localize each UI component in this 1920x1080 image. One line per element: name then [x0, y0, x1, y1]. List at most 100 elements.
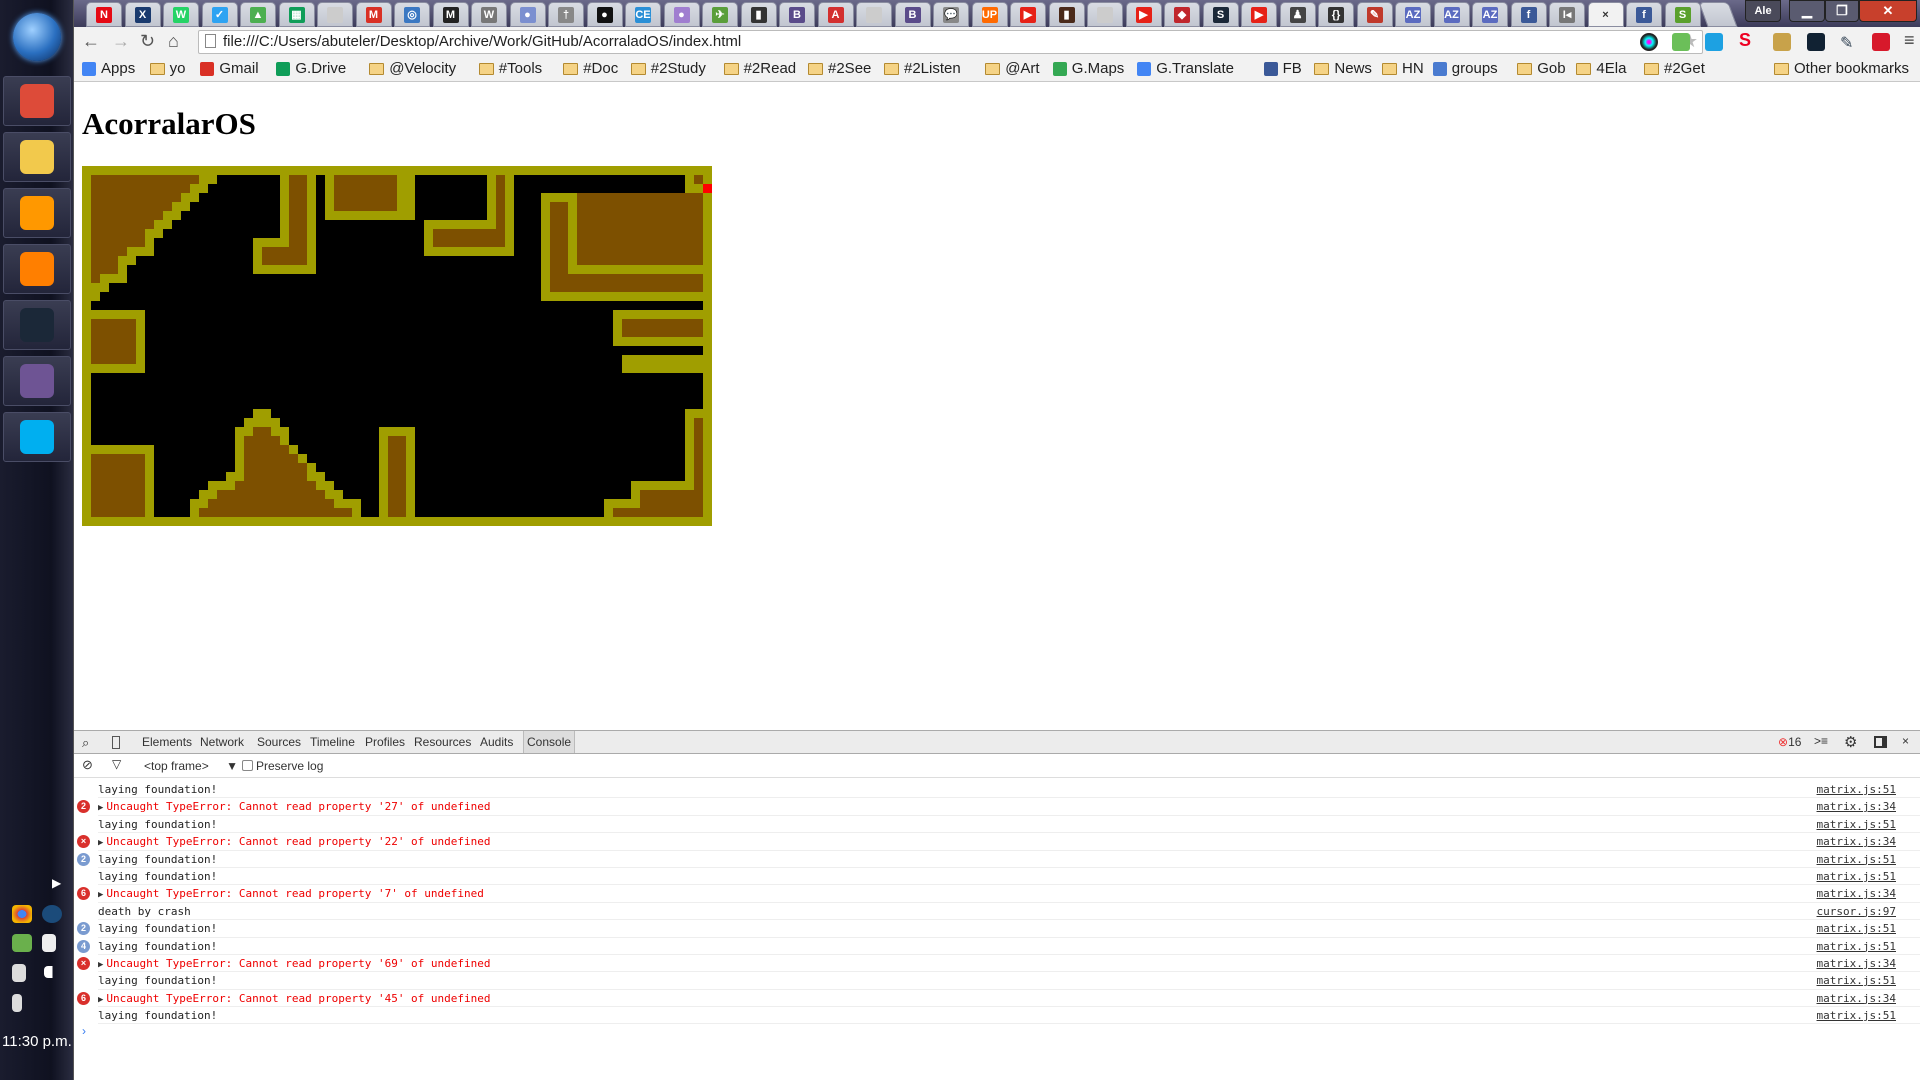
source-link[interactable]: matrix.js:34	[1817, 833, 1896, 850]
devtools-tab-profiles[interactable]: Profiles	[365, 735, 405, 749]
reload-button[interactable]: ↻	[140, 31, 155, 52]
start-button[interactable]	[13, 13, 61, 61]
device-mode-icon[interactable]	[112, 736, 120, 749]
profile-button[interactable]: Ale	[1745, 0, 1781, 22]
tab[interactable]: N	[86, 2, 122, 27]
devtools-tab-audits[interactable]: Audits	[480, 735, 513, 749]
source-link[interactable]: matrix.js:51	[1817, 816, 1896, 833]
tab[interactable]: ●	[509, 2, 546, 27]
tab[interactable]: ▮	[740, 2, 777, 27]
bookmark-news[interactable]: News	[1314, 60, 1372, 77]
expand-triangle-icon[interactable]: ▶	[98, 960, 103, 970]
settings-gear-icon[interactable]: ⚙	[1844, 733, 1857, 751]
tab[interactable]: ▦	[278, 2, 315, 27]
tab[interactable]: f	[1626, 2, 1662, 27]
tab[interactable]: †	[548, 2, 584, 27]
tab[interactable]: B	[779, 2, 815, 27]
tab-active[interactable]: ×	[1587, 2, 1624, 27]
error-counter[interactable]: ⊗16	[1778, 735, 1801, 749]
bookmark-2study[interactable]: #2Study	[630, 60, 706, 77]
source-link[interactable]: matrix.js:34	[1817, 990, 1896, 1007]
frame-select[interactable]: <top frame> ▼	[144, 759, 238, 773]
steam-tray-icon[interactable]	[42, 905, 62, 923]
tab[interactable]: ▶	[1125, 2, 1162, 27]
bookmark-groups[interactable]: groups	[1432, 60, 1498, 77]
bookmark-2read[interactable]: #2Read	[723, 60, 796, 77]
remote-desktop-extension-icon[interactable]	[1672, 33, 1690, 51]
tab[interactable]: M	[355, 2, 392, 27]
close-tab-icon[interactable]: ×	[1598, 7, 1614, 23]
s-extension-icon[interactable]: S	[1739, 30, 1757, 50]
eyedropper-extension-icon[interactable]: ✎	[1840, 33, 1858, 52]
bookmark-hn[interactable]: HN	[1382, 60, 1424, 77]
bookmark-gtranslate[interactable]: G.Translate	[1137, 60, 1234, 77]
tab[interactable]: ♟	[1279, 2, 1316, 27]
bookmark-2see[interactable]: #2See	[808, 60, 871, 77]
network-signal-icon[interactable]	[44, 966, 58, 978]
devtools-tab-console[interactable]: Console	[523, 731, 576, 753]
checkbox-extension-icon[interactable]	[1705, 33, 1723, 51]
tab[interactable]: ◎	[394, 2, 430, 27]
tab[interactable]: AZ	[1472, 2, 1508, 27]
bookmark-gdrive[interactable]: G.Drive	[276, 60, 346, 77]
tab[interactable]: ●	[586, 2, 623, 27]
tab[interactable]: I◂	[1549, 2, 1585, 27]
close-devtools-icon[interactable]: ×	[1902, 734, 1909, 748]
source-link[interactable]: cursor.js:97	[1817, 903, 1896, 920]
tab[interactable]: ▶	[1010, 2, 1046, 27]
tab[interactable]	[1087, 2, 1123, 27]
edit-extension-icon[interactable]	[1773, 33, 1791, 51]
tab[interactable]: f	[1510, 2, 1547, 27]
source-link[interactable]: matrix.js:34	[1817, 885, 1896, 902]
devtools-tab-sources[interactable]: Sources	[257, 735, 301, 749]
bookmark-2get[interactable]: #2Get	[1644, 60, 1705, 77]
devtools-tab-resources[interactable]: Resources	[414, 735, 471, 749]
taskbar-app-chrome[interactable]	[3, 76, 71, 126]
maximize-button[interactable]: ❐	[1825, 0, 1859, 22]
tool-extension-icon[interactable]	[1807, 33, 1825, 51]
tab[interactable]: ▮	[1048, 2, 1085, 27]
tab[interactable]: CE	[625, 2, 661, 27]
tab[interactable]: ✓	[201, 2, 238, 27]
minimize-button[interactable]: ▁	[1789, 0, 1825, 22]
bookmark-gmaps[interactable]: G.Maps	[1052, 60, 1124, 77]
source-link[interactable]: matrix.js:34	[1817, 955, 1896, 972]
show-hidden-icons-button[interactable]: ▶	[52, 876, 61, 890]
chrome-menu-icon[interactable]: ≡	[1904, 30, 1920, 50]
source-link[interactable]: matrix.js:51	[1817, 972, 1896, 989]
dock-side-icon[interactable]	[1874, 736, 1887, 748]
bookmark-art[interactable]: @Art	[985, 60, 1040, 77]
expand-triangle-icon[interactable]: ▶	[98, 995, 103, 1005]
taskbar-app-sublime-text[interactable]	[3, 188, 71, 238]
tab[interactable]	[856, 2, 892, 27]
taskbar-app-file-explorer[interactable]	[3, 132, 71, 182]
tab[interactable]: S	[1202, 2, 1239, 27]
back-button[interactable]: ←	[82, 31, 100, 52]
new-tab-button[interactable]	[1698, 2, 1738, 27]
source-link[interactable]: matrix.js:51	[1817, 851, 1896, 868]
bookmark-gmail[interactable]: Gmail	[200, 60, 259, 77]
forward-button[interactable]: →	[112, 31, 130, 52]
color-picker-extension-icon[interactable]	[1640, 33, 1658, 51]
preserve-log-checkbox[interactable]	[242, 760, 253, 771]
address-bar[interactable]: file:///C:/Users/abuteler/Desktop/Archiv…	[198, 30, 1703, 54]
tab[interactable]: AZ	[1395, 2, 1431, 27]
expand-triangle-icon[interactable]: ▶	[98, 838, 103, 848]
bookmark-4ela[interactable]: 4Ela	[1576, 60, 1626, 77]
tab[interactable]: {}	[1318, 2, 1354, 27]
chrome-tray-icon[interactable]	[12, 905, 32, 923]
action-center-flag-icon[interactable]	[42, 934, 56, 952]
drawer-toggle-icon[interactable]: >≡	[1814, 734, 1828, 748]
bookmark-2listen[interactable]: #2Listen	[884, 60, 961, 77]
bookmark-yo[interactable]: yo	[149, 60, 185, 77]
tab[interactable]: 💬	[933, 2, 969, 27]
tab[interactable]: ◆	[1164, 2, 1200, 27]
source-link[interactable]: matrix.js:51	[1817, 920, 1896, 937]
bookmark-doc[interactable]: #Doc	[563, 60, 618, 77]
clear-console-icon[interactable]: ⊘	[82, 757, 93, 773]
tab[interactable]: S	[1664, 2, 1701, 27]
home-button[interactable]: ⌂	[168, 31, 179, 52]
clock[interactable]: 11:30 p.m.	[2, 1033, 72, 1050]
expand-triangle-icon[interactable]: ▶	[98, 890, 103, 900]
tab[interactable]: B	[894, 2, 931, 27]
